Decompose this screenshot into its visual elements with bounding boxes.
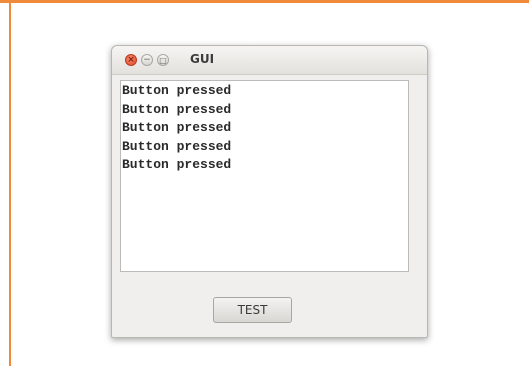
window-titlebar[interactable]: × − □ GUI [112, 46, 427, 75]
frame-top-border [0, 0, 529, 3]
gui-window: × − □ GUI Button pressed Button pressed … [111, 45, 428, 338]
close-icon[interactable]: × [125, 54, 137, 66]
minimize-icon[interactable]: − [141, 54, 153, 66]
output-line: Button pressed [122, 157, 232, 172]
frame-left-border [9, 3, 11, 366]
output-text-area[interactable]: Button pressed Button pressed Button pre… [120, 80, 409, 272]
output-line: Button pressed [122, 83, 232, 98]
window-title: GUI [190, 52, 215, 66]
maximize-icon[interactable]: □ [157, 54, 169, 66]
output-line: Button pressed [122, 120, 232, 135]
output-line: Button pressed [122, 138, 232, 154]
test-button[interactable]: TEST [213, 297, 292, 323]
output-line: Button pressed [122, 101, 232, 117]
